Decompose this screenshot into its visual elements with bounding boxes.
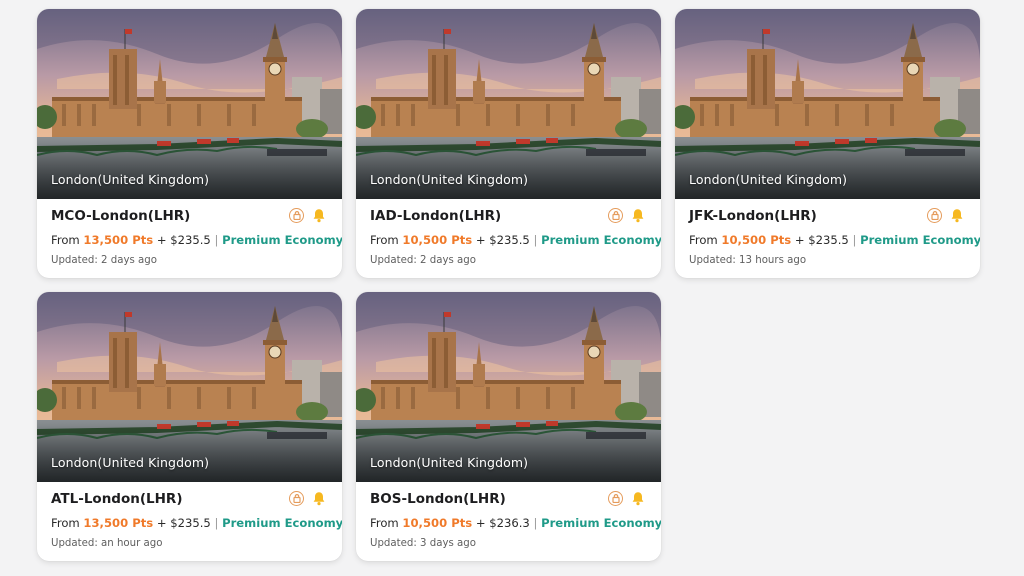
card-actions [608,491,645,506]
from-label: From [51,516,80,530]
cabin-class: Premium Economy [541,233,661,247]
lock-icon[interactable] [608,491,623,506]
points-value: 10,500 Pts [721,233,792,247]
cash-value: $235.5 [170,516,211,530]
from-label: From [370,233,399,247]
location-label: London(United Kingdom) [689,172,848,187]
points-value: 10,500 Pts [402,233,473,247]
route-card[interactable]: London(United Kingdom) JFK-London(LHR) F… [675,9,980,278]
destination-photo [37,292,342,482]
card-actions [608,208,645,223]
separator: | [533,516,538,530]
location-label: London(United Kingdom) [51,172,210,187]
location-label: London(United Kingdom) [370,172,529,187]
bell-icon[interactable] [950,208,964,223]
updated-timestamp: Updated: 13 hours ago [689,255,807,266]
separator: | [533,233,538,247]
updated-timestamp: Updated: 2 days ago [370,255,476,266]
cabin-class: Premium Economy [860,233,980,247]
plus-sign: + [475,516,486,530]
destination-photo [356,9,661,199]
route-card[interactable]: London(United Kingdom) IAD-London(LHR) F… [356,9,661,278]
route-title[interactable]: MCO-London(LHR) [51,208,190,224]
cabin-class: Premium Economy [222,516,342,530]
separator: | [214,516,219,530]
destination-photo [675,9,980,199]
plus-sign: + [156,516,167,530]
card-actions [289,208,326,223]
points-value: 10,500 Pts [402,516,473,530]
bell-icon[interactable] [631,208,645,223]
plus-sign: + [156,233,167,247]
points-value: 13,500 Pts [83,233,154,247]
plus-sign: + [794,233,805,247]
destination-photo [37,9,342,199]
lock-icon[interactable] [608,208,623,223]
cabin-class: Premium Economy [541,516,661,530]
card-actions [289,491,326,506]
price-line: From 10,500 Pts + $236.3 | Premium Econo… [370,516,661,530]
cash-value: $235.5 [170,233,211,247]
route-title[interactable]: JFK-London(LHR) [689,208,817,224]
route-title[interactable]: BOS-London(LHR) [370,491,506,507]
location-label: London(United Kingdom) [51,455,210,470]
updated-timestamp: Updated: an hour ago [51,538,163,549]
price-line: From 10,500 Pts + $235.5 | Premium Econo… [689,233,980,247]
plus-sign: + [475,233,486,247]
from-label: From [51,233,80,247]
lock-icon[interactable] [289,491,304,506]
route-title[interactable]: IAD-London(LHR) [370,208,501,224]
route-card[interactable]: London(United Kingdom) BOS-London(LHR) F… [356,292,661,561]
cabin-class: Premium Economy [222,233,342,247]
location-label: London(United Kingdom) [370,455,529,470]
points-value: 13,500 Pts [83,516,154,530]
route-title[interactable]: ATL-London(LHR) [51,491,183,507]
from-label: From [689,233,718,247]
route-card[interactable]: London(United Kingdom) ATL-London(LHR) F… [37,292,342,561]
updated-timestamp: Updated: 2 days ago [51,255,157,266]
card-actions [927,208,964,223]
price-line: From 13,500 Pts + $235.5 | Premium Econo… [51,516,342,530]
price-line: From 10,500 Pts + $235.5 | Premium Econo… [370,233,661,247]
cash-value: $235.5 [808,233,849,247]
bell-icon[interactable] [631,491,645,506]
route-card[interactable]: London(United Kingdom) MCO-London(LHR) F… [37,9,342,278]
route-grid: London(United Kingdom) MCO-London(LHR) F… [0,0,1024,576]
separator: | [214,233,219,247]
from-label: From [370,516,399,530]
cash-value: $236.3 [489,516,530,530]
separator: | [852,233,857,247]
bell-icon[interactable] [312,208,326,223]
lock-icon[interactable] [927,208,942,223]
bell-icon[interactable] [312,491,326,506]
cash-value: $235.5 [489,233,530,247]
price-line: From 13,500 Pts + $235.5 | Premium Econo… [51,233,342,247]
destination-photo [356,292,661,482]
lock-icon[interactable] [289,208,304,223]
updated-timestamp: Updated: 3 days ago [370,538,476,549]
